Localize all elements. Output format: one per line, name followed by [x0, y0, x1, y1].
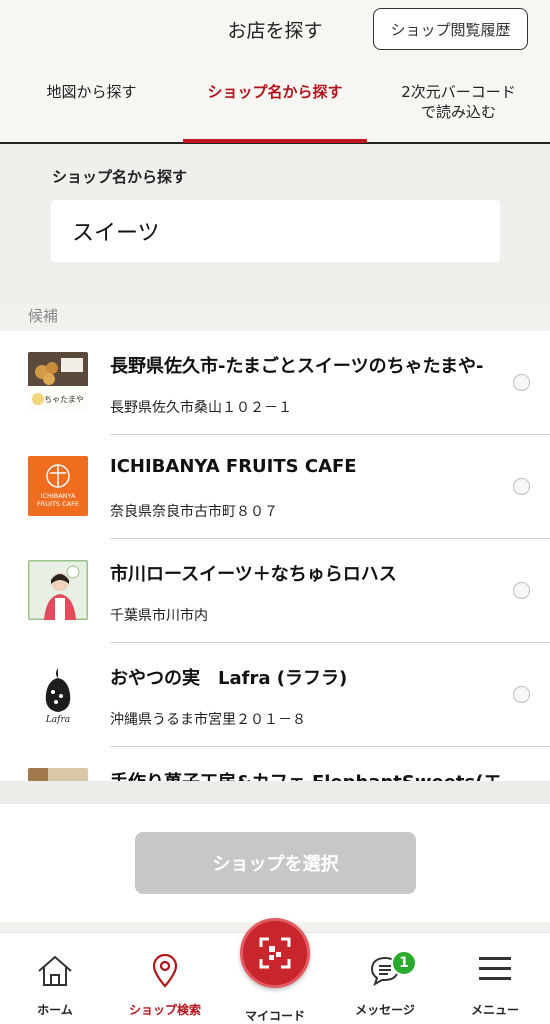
search-mode-tabs: 地図から探す ショップ名から探す 2次元バーコード で読み込む [0, 64, 550, 144]
tabbar-home[interactable]: ホーム [0, 933, 110, 1024]
tab-shop-name-search[interactable]: ショップ名から探す [183, 64, 367, 142]
tabbar-messages-label: メッセージ [355, 1003, 415, 1017]
header: お店を探す ショップ閲覧履歴 [0, 0, 550, 64]
tabbar-home-label: ホーム [37, 1003, 73, 1017]
active-tab-indicator [183, 139, 367, 143]
search-label: ショップ名から探す [52, 168, 188, 186]
select-shop-button[interactable]: ショップを選択 [135, 832, 416, 894]
search-section: ショップ名から探す [0, 144, 550, 304]
candidates-label: 候補 [28, 307, 59, 325]
tabbar-menu[interactable]: メニュー [440, 933, 550, 1024]
list-item[interactable]: 市川ロースイーツ＋なちゅらロハス 千葉県市川市内 [0, 539, 550, 643]
shop-history-button[interactable]: ショップ閲覧履歴 [373, 8, 528, 50]
tab-barcode-scan[interactable]: 2次元バーコード で読み込む [367, 64, 550, 142]
shop-name: 手作り菓子工房&カフェ ElephantSweets(エ [110, 768, 502, 781]
shop-select-radio[interactable] [513, 478, 530, 495]
svg-text:ちゃたまや: ちゃたまや [44, 395, 84, 404]
shop-name: ICHIBANYA FRUITS CAFE [110, 456, 357, 477]
shop-address: 沖縄県うるま市宮里２０１－８ [110, 712, 306, 728]
shop-results-list[interactable]: ちゃたまや 長野県佐久市-たまごとスイーツのちゃたまや- 長野県佐久市桑山１０２… [0, 331, 550, 781]
shop-logo-ichibanya: ICHIBANYA FRUITS CAFE [28, 456, 88, 516]
shop-select-radio[interactable] [513, 374, 530, 391]
svg-text:ICHIBANYA: ICHIBANYA [41, 492, 76, 500]
shop-address: 長野県佐久市桑山１０２－１ [110, 400, 292, 416]
shop-photo-elephant [28, 768, 88, 781]
shop-address: 奈良県奈良市古市町８０７ [110, 504, 278, 520]
tab-map-search[interactable]: 地図から探す [0, 64, 183, 142]
mycode-button[interactable] [240, 918, 310, 988]
tabbar-shop-search[interactable]: ショップ検索 [110, 933, 220, 1024]
shop-name-search-input[interactable] [51, 200, 500, 262]
list-item[interactable]: 手作り菓子工房&カフェ ElephantSweets(エ [0, 747, 550, 781]
shop-logo-lafra: Lafra [28, 664, 88, 724]
shop-name: おやつの実 Lafra (ラフラ) [110, 668, 348, 689]
tabbar-messages[interactable]: メッセージ [330, 933, 440, 1024]
shop-name: 長野県佐久市-たまごとスイーツのちゃたまや- [110, 356, 484, 377]
tabbar-mycode-label: マイコード [244, 1009, 305, 1023]
select-section: ショップを選択 [0, 804, 550, 922]
tabbar-shop-search-label: ショップ検索 [128, 1003, 201, 1017]
list-footer-band [0, 781, 550, 804]
shop-address: 千葉県市川市内 [110, 608, 208, 624]
shop-name: 市川ロースイーツ＋なちゅらロハス [110, 564, 397, 585]
home-icon [0, 953, 110, 991]
message-count-badge: 1 [391, 950, 417, 976]
chat-bubble-icon [330, 953, 440, 991]
qr-scan-icon [259, 937, 291, 969]
hamburger-menu-icon [440, 953, 550, 991]
shop-select-radio[interactable] [513, 686, 530, 703]
tabbar-menu-label: メニュー [470, 1003, 519, 1017]
shop-photo-ichikawa [28, 560, 88, 620]
list-item[interactable]: ちゃたまや 長野県佐久市-たまごとスイーツのちゃたまや- 長野県佐久市桑山１０２… [0, 331, 550, 435]
shop-select-radio[interactable] [513, 582, 530, 599]
list-item[interactable]: ICHIBANYA FRUITS CAFE ICHIBANYA FRUITS C… [0, 435, 550, 539]
list-item[interactable]: Lafra おやつの実 Lafra (ラフラ) 沖縄県うるま市宮里２０１－８ [0, 643, 550, 747]
svg-text:FRUITS CAFE: FRUITS CAFE [37, 500, 79, 508]
shop-logo-chatamaya: ちゃたまや [28, 352, 88, 412]
svg-text:Lafra: Lafra [45, 715, 70, 724]
map-pin-icon [110, 953, 220, 991]
